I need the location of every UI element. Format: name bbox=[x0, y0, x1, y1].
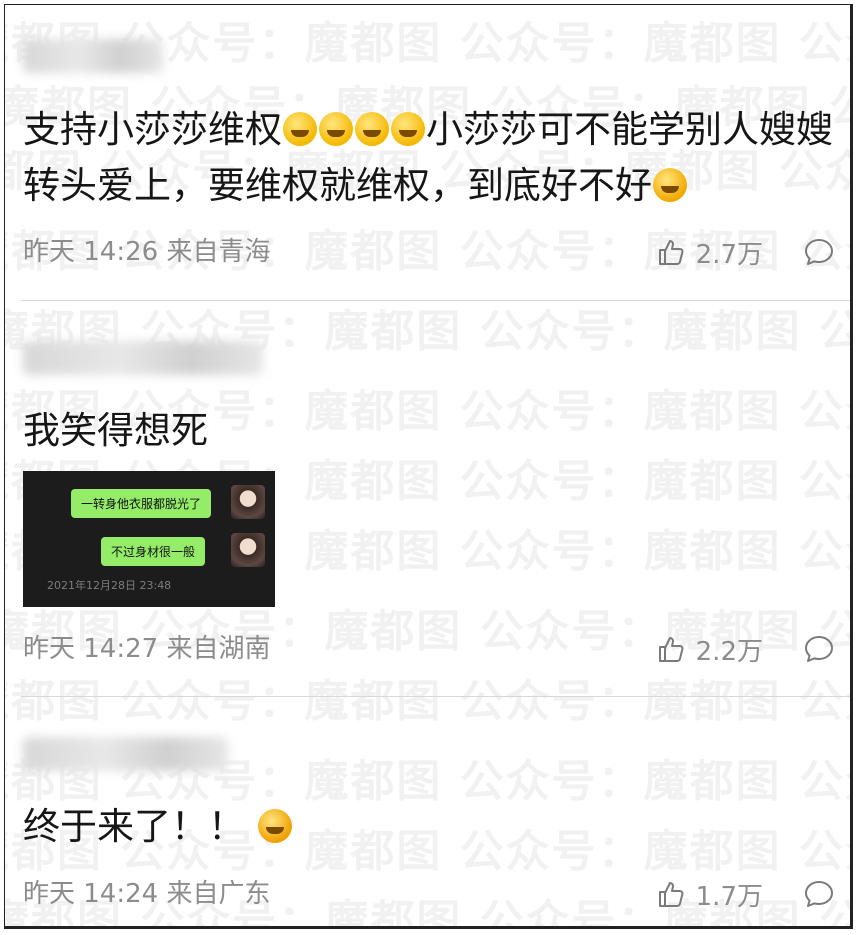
like-count: 2.2万 bbox=[695, 636, 763, 667]
thumbs-up-icon bbox=[658, 637, 684, 662]
comment-image[interactable]: 一转身他衣服都脱光了 不过身材很一般 2021年12月28日 23:48 bbox=[23, 471, 275, 607]
like-count: 2.7万 bbox=[695, 239, 763, 270]
like-count: 1.7万 bbox=[695, 881, 763, 912]
comment-list: 魔都图 公众号：魔都图 公众号：魔都图 公众号：魔都图 魔都图 公众号：魔都图 … bbox=[4, 4, 853, 929]
like-button[interactable]: 1.7万 bbox=[656, 876, 763, 912]
chat-bubble: 一转身他衣服都脱光了 bbox=[71, 489, 212, 518]
hug-emoji bbox=[653, 168, 687, 202]
watermark-row: 魔都图 公众号：魔都图 公众号：魔都图 公众号：魔都图 bbox=[5, 676, 850, 727]
chat-timestamp: 2021年12月28日 23:48 bbox=[47, 579, 172, 592]
thumbs-up-icon bbox=[658, 882, 684, 907]
divider bbox=[21, 696, 850, 697]
like-button[interactable]: 2.2万 bbox=[656, 631, 763, 667]
comment-bubble-icon[interactable] bbox=[803, 633, 835, 665]
comment-text-part: 终于来了！！ bbox=[23, 805, 245, 848]
crying-face-emoji bbox=[391, 112, 425, 146]
comment-meta: 昨天 14:24 来自广东 1.7万 bbox=[23, 876, 835, 912]
avatar bbox=[231, 533, 265, 567]
comment-bubble-icon[interactable] bbox=[803, 236, 835, 268]
comment-time-location: 昨天 14:27 来自湖南 bbox=[23, 634, 271, 664]
divider bbox=[21, 300, 850, 301]
username-blurred[interactable] bbox=[23, 737, 228, 771]
like-button[interactable]: 2.7万 bbox=[656, 234, 763, 270]
comment-text: 我笑得想死 bbox=[23, 409, 208, 452]
crying-face-emoji bbox=[283, 112, 317, 146]
comment-text: 终于来了！！ bbox=[23, 799, 843, 855]
crying-face-emoji bbox=[319, 112, 353, 146]
thumbs-up-icon bbox=[658, 240, 684, 265]
comment-meta: 昨天 14:26 来自青海 2.7万 bbox=[23, 234, 835, 270]
avatar bbox=[231, 485, 265, 519]
comment-text-part: 支持小莎莎维权 bbox=[23, 108, 282, 151]
comment-bubble-icon[interactable] bbox=[803, 878, 835, 910]
chat-bubble: 不过身材很一般 bbox=[101, 537, 206, 566]
comment-time-location: 昨天 14:26 来自青海 bbox=[23, 237, 271, 267]
comment-time-location: 昨天 14:24 来自广东 bbox=[23, 879, 271, 909]
drooling-face-emoji bbox=[257, 809, 292, 843]
username-blurred[interactable] bbox=[23, 341, 263, 375]
comment-text: 支持小莎莎维权 小莎莎可不能学别人嫂嫂转头爱上，要维权就维权，到底好不好 bbox=[23, 102, 843, 214]
crying-face-emoji bbox=[355, 112, 389, 146]
username-blurred[interactable] bbox=[23, 39, 163, 73]
comment-meta: 昨天 14:27 来自湖南 2.2万 bbox=[23, 631, 835, 667]
